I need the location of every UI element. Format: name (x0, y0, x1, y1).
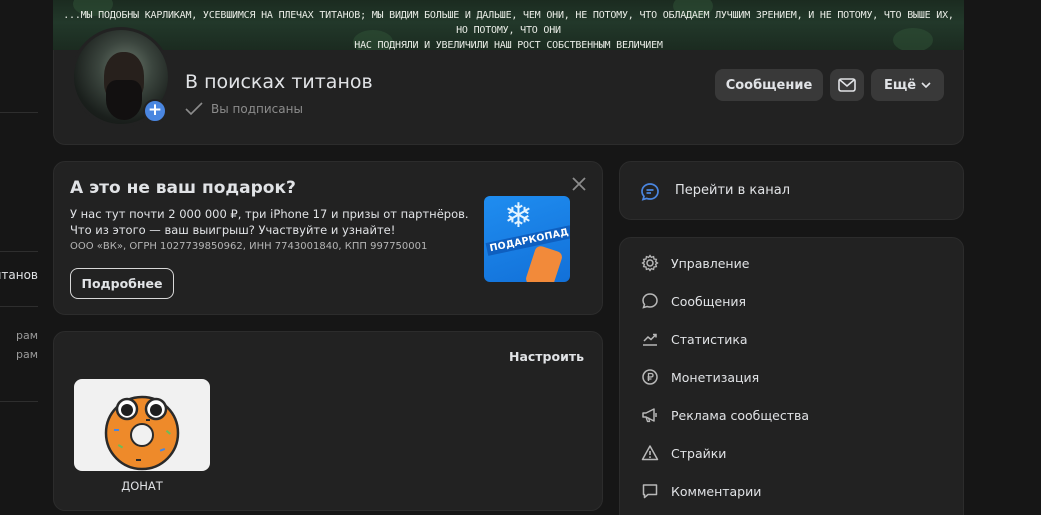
management-menu: Управление Сообщения Статистика Монетиза… (619, 237, 964, 515)
channel-chat-icon (641, 183, 659, 201)
promo-title: А это не ваш подарок? (70, 178, 296, 198)
subscription-status[interactable]: Вы подписаны (185, 102, 303, 116)
promo-image[interactable]: ❄ ПОДАРКОПАД (484, 196, 570, 282)
message-button[interactable]: Сообщение (715, 69, 823, 101)
promo-legal: ООО «ВК», ОГРН 1027739850962, ИНН 774300… (70, 241, 428, 252)
page-title: В поисках титанов (185, 71, 373, 93)
chat-bubble-icon (640, 291, 660, 311)
menu-item-label: Комментарии (671, 483, 762, 499)
sidebar-divider (0, 401, 38, 402)
sidebar-divider (0, 112, 38, 113)
donate-caption: ДОНАТ (121, 479, 163, 493)
menu-item-strikes[interactable]: Страйки (640, 441, 940, 465)
ruble-coin-icon (640, 367, 660, 387)
channel-label: Перейти в канал (675, 183, 791, 198)
more-button[interactable]: Ещё (871, 69, 944, 101)
cover-quote-line: НАС ПОДНЯЛИ И УВЕЛИЧИЛИ НАШ РОСТ СОБСТВЕ… (354, 40, 663, 50)
settings-link[interactable]: Настроить (509, 349, 584, 364)
menu-item-label: Монетизация (671, 369, 760, 385)
learn-more-button[interactable]: Подробнее (70, 268, 174, 299)
donate-tile[interactable] (74, 379, 210, 471)
chevron-down-icon (921, 82, 931, 88)
profile-header (53, 50, 964, 145)
warning-icon (640, 443, 660, 463)
gear-icon (640, 253, 660, 273)
group-cover: ...МЫ ПОДОБНЫ КАРЛИКАМ, УСЕВШИМСЯ НА ПЛЕ… (53, 0, 964, 50)
menu-item-label: Реклама сообщества (671, 407, 810, 423)
menu-item-messages[interactable]: Сообщения (640, 289, 940, 313)
promo-card: А это не ваш подарок? У нас тут почти 2 … (53, 161, 603, 315)
go-to-channel[interactable]: Перейти в канал (619, 161, 964, 220)
megaphone-icon (640, 405, 660, 425)
comment-icon (640, 481, 660, 501)
cover-quote: ...МЫ ПОДОБНЫ КАРЛИКАМ, УСЕВШИМСЯ НА ПЛЕ… (61, 8, 956, 50)
close-icon[interactable] (571, 176, 587, 192)
sidebar-divider (0, 306, 38, 307)
menu-item-advertising[interactable]: Реклама сообщества (640, 403, 940, 427)
envelope-icon (838, 78, 856, 92)
menu-item-monetization[interactable]: Монетизация (640, 365, 940, 389)
snowflake-icon: ❄ (504, 196, 533, 236)
sidebar-item-b[interactable]: рам (16, 348, 38, 361)
menu-item-label: Сообщения (671, 293, 747, 309)
subscription-label: Вы подписаны (211, 102, 303, 116)
menu-item-comments[interactable]: Комментарии (640, 479, 940, 503)
donate-card: Настроить ДОНАТ (53, 331, 603, 511)
left-sidebar: итанов рам рам (0, 0, 44, 515)
cover-quote-line: ...МЫ ПОДОБНЫ КАРЛИКАМ, УСЕВШИМСЯ НА ПЛЕ… (63, 10, 954, 36)
menu-item-label: Страйки (671, 445, 727, 461)
menu-item-label: Статистика (671, 331, 748, 347)
checkmark-icon (185, 102, 203, 116)
sidebar-item-titans[interactable]: итанов (0, 268, 38, 282)
donut-icon (104, 395, 180, 471)
mail-button[interactable] (830, 69, 864, 101)
more-button-label: Ещё (883, 77, 917, 93)
sidebar-item-a[interactable]: рам (16, 329, 38, 342)
menu-item-management[interactable]: Управление (640, 251, 940, 275)
menu-item-statistics[interactable]: Статистика (640, 327, 940, 351)
trend-chart-icon (640, 329, 660, 349)
menu-item-label: Управление (671, 255, 750, 271)
add-icon[interactable]: + (143, 99, 167, 123)
sidebar-divider (0, 251, 38, 252)
promo-text: У нас тут почти 2 000 000 ₽, три iPhone … (70, 207, 469, 237)
